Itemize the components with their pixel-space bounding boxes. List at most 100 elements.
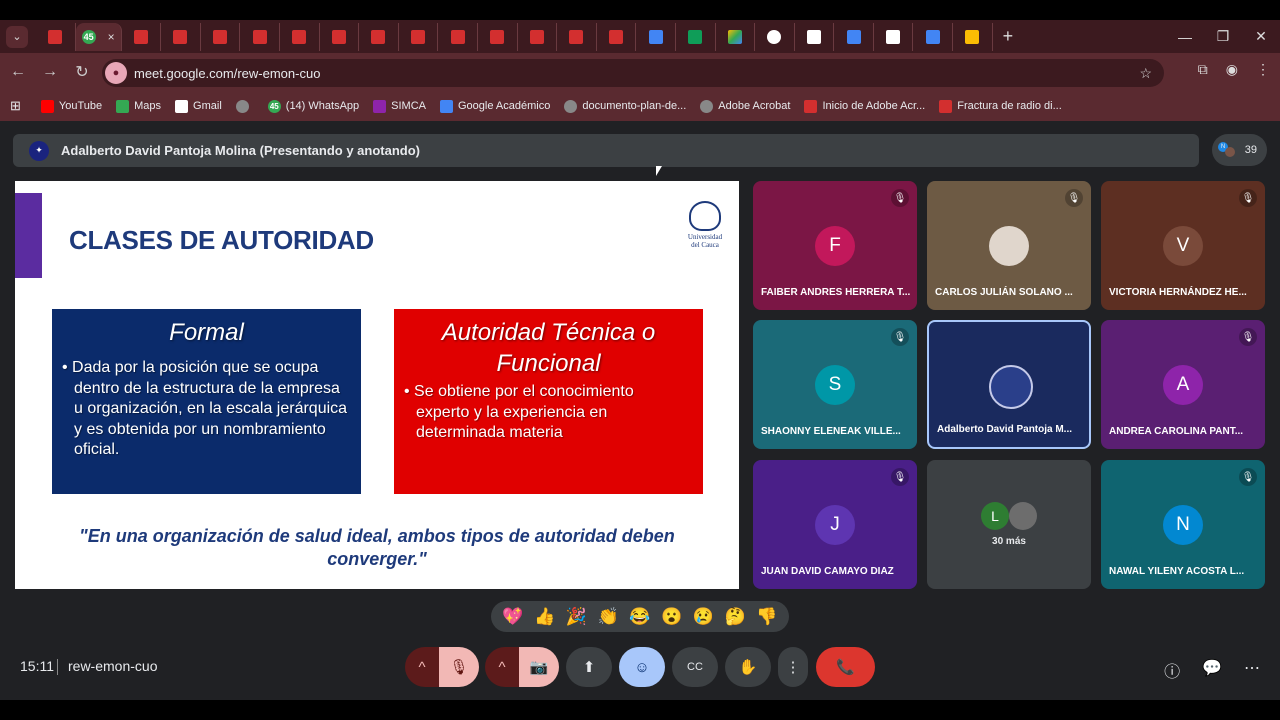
participant-name: JUAN DAVID CAMAYO DIAZ xyxy=(761,566,894,577)
browser-tab[interactable] xyxy=(240,22,280,51)
browser-tab[interactable] xyxy=(320,22,360,51)
info-icon[interactable]: ⓘ xyxy=(1164,658,1180,682)
url-text[interactable]: meet.google.com/rew-emon-cuo xyxy=(134,66,320,81)
reaction-emoji[interactable]: 😮 xyxy=(661,607,682,627)
reaction-emoji[interactable]: 👍 xyxy=(534,607,555,627)
browser-tab[interactable] xyxy=(795,22,835,51)
participant-tile[interactable]: J JUAN DAVID CAMAYO DIAZ 🎙 xyxy=(753,460,917,589)
emoji-button[interactable]: ☺ xyxy=(619,647,665,687)
browser-tab[interactable] xyxy=(518,22,558,51)
forward-icon[interactable]: → xyxy=(36,63,64,81)
participant-tile[interactable]: A ANDREA CAROLINA PANT... 🎙 xyxy=(1101,320,1265,449)
audio-options-button[interactable]: ^ xyxy=(405,647,439,687)
scholar-icon xyxy=(440,99,453,113)
bookmark-item[interactable]: Fractura de radio di... xyxy=(939,99,1062,113)
browser-tab[interactable] xyxy=(478,22,518,51)
window-controls: — ❐ ✕ xyxy=(1166,20,1280,53)
participant-tile[interactable]: S SHAONNY ELENEAK VILLE... 🎙 xyxy=(753,320,917,449)
leave-call-button[interactable]: 📞 xyxy=(816,647,875,687)
bookmark-item[interactable]: Adobe Acrobat xyxy=(700,99,790,113)
tab-bar: ⌄ 45 × + xyxy=(0,20,1280,53)
apps-grid-icon[interactable]: ⊞ xyxy=(10,98,21,114)
meet-control-bar: 15:11 rew-emon-cuo ^ 🎙 ^ 📷 ⬆ ☺ CC ✋ ⋮ 📞 … xyxy=(0,640,1280,700)
drive-favicon-icon xyxy=(727,29,742,44)
browser-tab[interactable] xyxy=(597,22,637,51)
reaction-emoji[interactable]: 🎉 xyxy=(566,607,587,627)
muted-mic-icon: 🎙 xyxy=(891,468,909,486)
browser-tab[interactable] xyxy=(676,22,716,51)
bookmark-item[interactable] xyxy=(235,99,254,113)
restore-button[interactable]: ❐ xyxy=(1204,28,1242,45)
reaction-emoji[interactable]: 👏 xyxy=(598,607,619,627)
browser-tab[interactable] xyxy=(399,22,439,51)
tab-search-button[interactable]: ⌄ xyxy=(6,25,28,48)
mic-off-button[interactable]: 🎙 xyxy=(439,647,479,687)
browser-tab[interactable]: 45 × xyxy=(75,22,122,51)
presenter-avatar: ✦ xyxy=(29,140,49,161)
close-tab-icon[interactable]: × xyxy=(108,30,115,44)
browser-tab[interactable] xyxy=(755,22,795,51)
menu-icon[interactable]: ⋮ xyxy=(1256,61,1270,78)
university-seal: Universidad del Cauca xyxy=(685,201,725,257)
browser-tab[interactable] xyxy=(122,22,162,51)
captions-button[interactable]: CC xyxy=(672,647,718,687)
browser-tab[interactable] xyxy=(834,22,874,51)
reaction-emoji[interactable]: 😢 xyxy=(693,607,714,627)
slides-favicon-icon xyxy=(965,29,980,44)
chat-icon[interactable]: 💬 xyxy=(1202,658,1222,682)
bookmark-star-icon[interactable]: ☆ xyxy=(1139,65,1152,82)
camera-off-button[interactable]: 📷 xyxy=(519,647,559,687)
bookmark-item[interactable]: 45 (14) WhatsApp xyxy=(267,99,359,113)
bookmark-label: documento-plan-de... xyxy=(582,100,687,112)
back-icon[interactable]: ← xyxy=(4,63,32,81)
browser-tab[interactable] xyxy=(201,22,241,51)
reaction-emoji[interactable]: 🤔 xyxy=(725,607,746,627)
raise-hand-button[interactable]: ✋ xyxy=(725,647,771,687)
browser-tab[interactable] xyxy=(280,22,320,51)
participant-tile[interactable]: CARLOS JULIÁN SOLANO ... 🎙 xyxy=(927,181,1091,310)
browser-tab[interactable] xyxy=(36,22,76,51)
reaction-emoji[interactable]: 👎 xyxy=(756,607,777,627)
browser-tab[interactable] xyxy=(716,22,756,51)
bookmark-item[interactable]: Google Académico xyxy=(440,99,551,113)
video-options-button[interactable]: ^ xyxy=(485,647,519,687)
more-options-button[interactable]: ⋮ xyxy=(778,647,808,687)
omnibox[interactable]: ● meet.google.com/rew-emon-cuo ☆ xyxy=(102,59,1164,87)
browser-tab[interactable] xyxy=(438,22,478,51)
bookmark-label: Google Académico xyxy=(458,100,551,112)
participant-tile[interactable]: V VICTORIA HERNÁNDEZ HE... 🎙 xyxy=(1101,181,1265,310)
participant-tile[interactable]: F FAIBER ANDRES HERRERA T... 🎙 xyxy=(753,181,917,310)
more-participants-tile[interactable]: L 30 más xyxy=(927,460,1091,589)
browser-tab[interactable] xyxy=(636,22,676,51)
bookmark-item[interactable]: Gmail xyxy=(175,99,222,113)
minimize-button[interactable]: — xyxy=(1166,29,1204,45)
participant-tile[interactable]: Adalberto David Pantoja M... xyxy=(927,320,1091,449)
mic-in-use-icon[interactable]: ● xyxy=(105,62,127,84)
close-window-button[interactable]: ✕ xyxy=(1242,28,1280,45)
browser-tab[interactable] xyxy=(359,22,399,51)
browser-tab[interactable] xyxy=(557,22,597,51)
activities-icon[interactable]: ⋯ xyxy=(1244,658,1260,682)
reaction-emoji[interactable]: 😂 xyxy=(629,607,650,627)
people-button[interactable]: N 39 xyxy=(1212,134,1267,166)
browser-tab[interactable] xyxy=(913,22,954,51)
reaction-emoji[interactable]: 💖 xyxy=(502,607,523,627)
present-button[interactable]: ⬆ xyxy=(566,647,612,687)
avatar: V xyxy=(1163,226,1203,266)
technical-authority-box: Autoridad Técnica o Funcional • Se obtie… xyxy=(394,309,703,494)
slide-accent-bar xyxy=(15,193,42,278)
browser-tab[interactable] xyxy=(953,22,993,51)
new-tab-button[interactable]: + xyxy=(1003,26,1014,47)
bookmark-item[interactable]: Maps xyxy=(116,99,161,113)
reload-icon[interactable]: ↻ xyxy=(68,62,96,82)
browser-tab[interactable] xyxy=(874,22,914,51)
bookmark-item[interactable]: YouTube xyxy=(40,99,102,113)
muted-mic-icon: 🎙 xyxy=(1239,189,1257,207)
browser-tab[interactable] xyxy=(161,22,201,51)
extensions-icon[interactable]: ⧉ xyxy=(1198,61,1208,78)
bookmark-item[interactable]: documento-plan-de... xyxy=(564,99,687,113)
bookmark-item[interactable]: Inicio de Adobe Acr... xyxy=(804,99,925,113)
profile-icon[interactable]: ◉ xyxy=(1226,61,1238,78)
bookmark-item[interactable]: SIMCA xyxy=(373,99,426,113)
participant-tile[interactable]: N NAWAL YILENY ACOSTA L... 🎙 xyxy=(1101,460,1265,589)
